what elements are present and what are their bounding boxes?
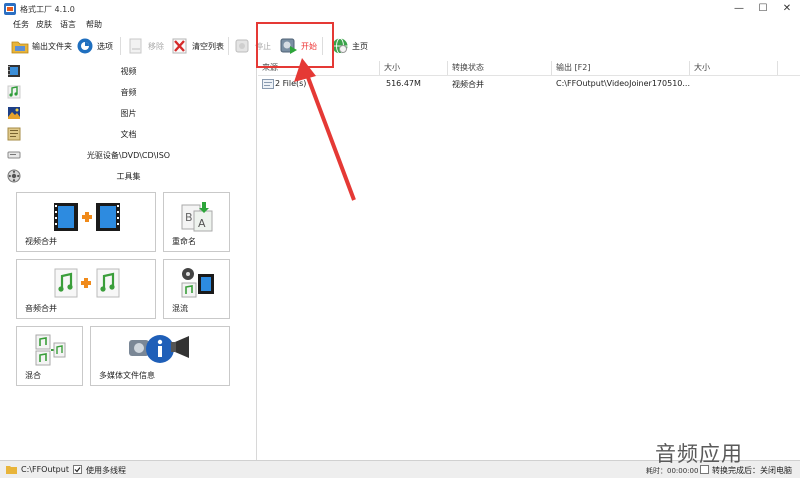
row-size: 516.47M	[386, 79, 421, 88]
row-status: 视频合并	[452, 80, 484, 89]
mix-icon	[35, 334, 66, 366]
title-bar: 格式工厂 4.1.0 — ☐ ✕	[0, 0, 800, 18]
menu-skin[interactable]: 皮肤	[36, 19, 52, 30]
category-audio[interactable]: 音频	[0, 82, 257, 102]
tool-media-info[interactable]: 多媒体文件信息	[90, 326, 230, 386]
minimize-button[interactable]: —	[728, 1, 750, 16]
folder-icon	[6, 466, 17, 474]
tool-video-join[interactable]: 视频合并	[16, 192, 156, 252]
tool-mux[interactable]: 混流	[163, 259, 230, 319]
audio-join-icon	[54, 268, 120, 298]
toolbar-separator	[120, 37, 121, 55]
row-output: C:\FFOutput\VideoJoiner170510...	[556, 79, 690, 88]
left-panel: 视频 音频 图片 文档 光驱设备\DVD\CD\ISO 工具集 视频合并 B A…	[0, 61, 257, 460]
category-picture[interactable]: 图片	[0, 103, 257, 123]
toolbar-separator	[228, 37, 229, 55]
category-video[interactable]: 视频	[0, 61, 257, 81]
tool-mix[interactable]: 混合	[16, 326, 83, 386]
category-document[interactable]: 文档	[0, 124, 257, 144]
tool-audio-join[interactable]: 音频合并	[16, 259, 156, 319]
options-button[interactable]: 选项	[76, 35, 113, 57]
column-header-output-size[interactable]: 大小	[690, 61, 778, 75]
column-header-output[interactable]: 输出 [F2]	[552, 61, 690, 75]
category-optical-drive[interactable]: 光驱设备\DVD\CD\ISO	[0, 145, 257, 165]
svg-text:B: B	[185, 211, 193, 224]
output-path[interactable]: C:\FFOutput	[21, 465, 69, 474]
menu-help[interactable]: 帮助	[86, 19, 102, 30]
media-info-icon	[129, 335, 189, 363]
menu-bar: 任务 皮肤 语言 帮助	[0, 18, 800, 32]
checkmark-icon	[74, 467, 81, 473]
folder-icon	[11, 41, 29, 54]
maximize-button[interactable]: ☐	[752, 1, 774, 16]
column-header-status[interactable]: 转换状态	[448, 61, 552, 75]
options-icon	[77, 38, 93, 54]
toolbar: 输出文件夹 选项 移除 清空列表 停止 开始 主页	[0, 33, 800, 60]
format-factory-logo-icon	[4, 3, 16, 15]
video-join-icon	[54, 203, 120, 231]
file-icon	[262, 79, 274, 89]
close-button[interactable]: ✕	[776, 1, 798, 16]
window-title: 格式工厂 4.1.0	[20, 5, 75, 14]
menu-task[interactable]: 任务	[13, 19, 29, 30]
stop-icon	[235, 39, 249, 53]
multithread-label: 使用多线程	[86, 466, 126, 475]
annotation-arrow	[294, 58, 356, 201]
multithread-checkbox[interactable]	[73, 465, 82, 474]
output-folder-button[interactable]: 输出文件夹	[11, 35, 72, 57]
remove-button[interactable]: 移除	[127, 35, 164, 57]
clear-list-icon	[172, 38, 187, 54]
svg-text:A: A	[198, 217, 206, 230]
menu-language[interactable]: 语言	[60, 19, 76, 30]
clear-list-button[interactable]: 清空列表	[171, 35, 224, 57]
column-header-size[interactable]: 大小	[380, 61, 448, 75]
remove-icon	[129, 38, 142, 54]
category-toolbox[interactable]: 工具集	[0, 166, 257, 186]
mux-icon	[181, 268, 214, 298]
tool-rename[interactable]: B A 重命名	[163, 192, 230, 252]
watermark-text: 音频应用	[655, 442, 743, 466]
rename-icon: B A	[181, 202, 213, 232]
